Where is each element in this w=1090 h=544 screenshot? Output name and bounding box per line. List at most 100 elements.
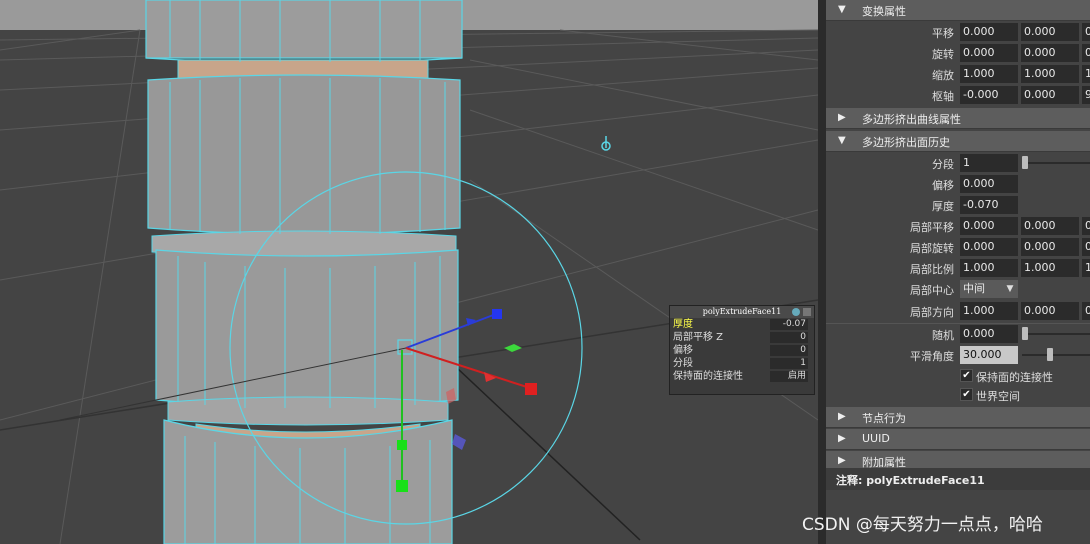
notes-bar[interactable]: 注释: polyExtrudeFace11 xyxy=(826,468,1090,490)
rotate-z-field[interactable]: 0 xyxy=(1082,44,1090,62)
field-label: 枢轴 xyxy=(932,90,954,103)
random-field[interactable]: 0.000 xyxy=(960,325,1018,343)
local-translate-z-field[interactable]: 0 xyxy=(1082,217,1090,235)
hud-value[interactable]: 0 xyxy=(770,345,808,356)
hud-row-offset[interactable]: 偏移 0 xyxy=(670,344,814,357)
slider-knob[interactable] xyxy=(1047,348,1053,361)
scale-y-field[interactable]: 1.000 xyxy=(1021,65,1079,83)
hud-label: 偏移 xyxy=(673,345,693,356)
thickness-field[interactable]: -0.070 xyxy=(960,196,1018,214)
row-translate: 平移 0.000 0.000 0 xyxy=(826,22,1090,42)
panel-divider[interactable] xyxy=(818,0,826,544)
rotate-x-field[interactable]: 0.000 xyxy=(960,44,1018,62)
expand-right-icon: ▶ xyxy=(838,112,846,123)
world-space-checkbox[interactable]: ✔ xyxy=(960,388,973,401)
notes-label: 注释: xyxy=(836,474,863,487)
hud-gear-icon[interactable] xyxy=(792,308,800,316)
row-local-center: 局部中心 中间 ▼ xyxy=(826,279,1090,299)
scale-x-field[interactable]: 1.000 xyxy=(960,65,1018,83)
gizmo-z-scale-handle[interactable] xyxy=(492,309,502,319)
translate-y-field[interactable]: 0.000 xyxy=(1021,23,1079,41)
row-thickness: 厚度 -0.070 xyxy=(826,195,1090,215)
offset-field[interactable]: 0.000 xyxy=(960,175,1018,193)
keep-faces-checkbox[interactable]: ✔ xyxy=(960,369,973,382)
row-offset: 偏移 0.000 xyxy=(826,174,1090,194)
scale-z-field[interactable]: 1 xyxy=(1082,65,1090,83)
3d-viewport[interactable] xyxy=(0,0,818,544)
local-translate-y-field[interactable]: 0.000 xyxy=(1021,217,1079,235)
translate-x-field[interactable]: 0.000 xyxy=(960,23,1018,41)
pivot-z-field[interactable]: 9 xyxy=(1082,86,1090,104)
hud-close-icon[interactable] xyxy=(803,308,811,316)
hud-value[interactable]: -0.07 xyxy=(770,319,808,330)
dropdown-arrow-icon[interactable]: ▼ xyxy=(1002,280,1018,298)
local-rotate-y-field[interactable]: 0.000 xyxy=(1021,238,1079,256)
row-local-direction: 局部方向 1.000 0.000 0 xyxy=(826,301,1090,321)
smoothing-angle-field[interactable]: 30.000 xyxy=(960,346,1018,364)
checkbox-label: 保持面的连接性 xyxy=(976,371,1053,384)
row-rotate: 旋转 0.000 0.000 0 xyxy=(826,43,1090,63)
section-title: 节点行为 xyxy=(862,412,906,425)
hud-value[interactable]: 启用 xyxy=(770,371,808,382)
row-smoothing-angle: 平滑角度 30.000 xyxy=(826,345,1090,365)
field-label: 局部旋转 xyxy=(910,242,954,255)
gizmo-y-scale-handle[interactable] xyxy=(396,480,408,492)
hud-value[interactable]: 1 xyxy=(770,358,808,369)
local-rotate-x-field[interactable]: 0.000 xyxy=(960,238,1018,256)
section-node-behavior-header[interactable]: ▶ 节点行为 xyxy=(826,407,1090,428)
rotate-y-field[interactable]: 0.000 xyxy=(1021,44,1079,62)
field-label: 缩放 xyxy=(932,69,954,82)
hud-row-divisions[interactable]: 分段 1 xyxy=(670,357,814,370)
local-direction-x-field[interactable]: 1.000 xyxy=(960,302,1018,320)
divisions-field[interactable]: 1 xyxy=(960,154,1018,172)
field-label: 随机 xyxy=(932,329,954,342)
gizmo-x-scale-handle[interactable] xyxy=(525,383,537,395)
hud-row-thickness[interactable]: 厚度 -0.07 xyxy=(670,318,814,331)
row-random: 随机 0.000 xyxy=(826,324,1090,344)
local-direction-y-field[interactable]: 0.000 xyxy=(1021,302,1079,320)
field-label: 偏移 xyxy=(932,179,954,192)
pivot-y-field[interactable]: 0.000 xyxy=(1021,86,1079,104)
hud-value[interactable]: 0 xyxy=(770,332,808,343)
row-pivot: 枢轴 -0.000 0.000 9 xyxy=(826,85,1090,105)
hud-row-local-translate-z[interactable]: 局部平移 Z 0 xyxy=(670,331,814,344)
section-extrude-history-header[interactable]: ▼ 多边形挤出面历史 xyxy=(826,131,1090,152)
field-label: 分段 xyxy=(932,158,954,171)
slider-knob[interactable] xyxy=(1022,327,1028,340)
section-extrude-curve-header[interactable]: ▶ 多边形挤出曲线属性 xyxy=(826,108,1090,129)
field-label: 平滑角度 xyxy=(910,350,954,363)
expand-down-icon: ▼ xyxy=(838,135,846,146)
cylinder-mesh[interactable] xyxy=(145,0,463,544)
section-uuid-header[interactable]: ▶ UUID xyxy=(826,429,1090,450)
divisions-slider[interactable] xyxy=(1022,162,1090,164)
slider-knob[interactable] xyxy=(1022,156,1028,169)
section-title: UUID xyxy=(862,432,890,445)
field-label: 厚度 xyxy=(932,200,954,213)
attribute-editor: ▼ 变换属性 平移 0.000 0.000 0 旋转 0.000 0.000 0… xyxy=(826,0,1090,544)
hud-label: 局部平移 Z xyxy=(673,332,724,343)
translate-z-field[interactable]: 0 xyxy=(1082,23,1090,41)
random-slider[interactable] xyxy=(1022,333,1090,335)
local-direction-z-field[interactable]: 0 xyxy=(1082,302,1090,320)
row-scale: 缩放 1.000 1.000 1 xyxy=(826,64,1090,84)
hud-label: 厚度 xyxy=(673,319,693,330)
local-scale-z-field[interactable]: 1 xyxy=(1082,259,1090,277)
field-label: 局部平移 xyxy=(910,221,954,234)
expand-right-icon: ▶ xyxy=(838,455,846,466)
field-label: 局部中心 xyxy=(910,284,954,297)
notes-text: 注释: polyExtrudeFace11 xyxy=(836,472,985,488)
extrude-hud-panel[interactable]: polyExtrudeFace11 厚度 -0.07 局部平移 Z 0 偏移 0… xyxy=(669,305,815,395)
pivot-x-field[interactable]: -0.000 xyxy=(960,86,1018,104)
local-scale-y-field[interactable]: 1.000 xyxy=(1021,259,1079,277)
smoothing-angle-slider[interactable] xyxy=(1022,354,1090,356)
section-title: 多边形挤出面历史 xyxy=(862,136,950,149)
local-scale-x-field[interactable]: 1.000 xyxy=(960,259,1018,277)
hud-row-keep-faces[interactable]: 保持面的连接性 启用 xyxy=(670,370,814,383)
local-rotate-z-field[interactable]: 0 xyxy=(1082,238,1090,256)
viewport-scene[interactable] xyxy=(0,0,818,544)
field-label: 平移 xyxy=(932,27,954,40)
local-translate-x-field[interactable]: 0.000 xyxy=(960,217,1018,235)
section-transform-header[interactable]: ▼ 变换属性 xyxy=(826,0,1090,21)
row-local-rotate: 局部旋转 0.000 0.000 0 xyxy=(826,237,1090,257)
notes-value: polyExtrudeFace11 xyxy=(866,474,985,487)
